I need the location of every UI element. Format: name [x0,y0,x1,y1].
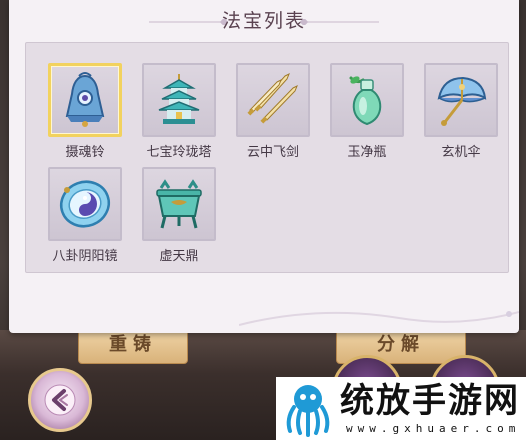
item-frame [142,167,216,241]
item-slot-yunzhongfeijian[interactable]: 云中飞剑 [236,63,310,160]
back-button[interactable] [28,368,92,432]
item-name: 虚天鼎 [159,249,199,264]
back-arrow-icon [44,384,76,416]
bell-icon [65,72,105,127]
treasure-list-panel: 法宝列表 摄魂铃 七宝玲珑塔 云中飞剑 玉净瓶 玄机伞 八卦阴阳镜 虚天鼎 [9,0,519,333]
item-frame [236,63,310,137]
item-slot-xuanjisan[interactable]: 玄机伞 [424,63,498,160]
pagoda-icon [158,74,200,124]
item-name: 摄魂铃 [65,145,105,160]
item-name: 八卦阴阳镜 [52,249,118,264]
item-slot-qibaolinglongta[interactable]: 七宝玲珑塔 [142,63,216,160]
item-frame [424,63,498,137]
item-name: 玄机伞 [441,145,481,160]
item-slot-shehunling[interactable]: 摄魂铃 [48,63,122,160]
panel-decoration [239,311,519,326]
item-frame [48,63,122,137]
jade-vase-icon [349,76,382,126]
item-frame [330,63,404,137]
flying-swords-icon [247,72,298,124]
item-slot-xutianding[interactable]: 虚天鼎 [142,167,216,264]
item-name: 七宝玲珑塔 [146,145,212,160]
item-name: 云中飞剑 [246,145,299,160]
panel-title: 法宝列表 [221,10,306,32]
item-slot-baguayinyangjing[interactable]: 八卦阴阳镜 [48,167,122,264]
item-frame [48,167,122,241]
octopus-logo-icon [286,385,330,437]
title-ornament-right [299,19,379,25]
watermark-title: 统放手游网 [340,381,520,421]
umbrella-icon [437,76,487,126]
item-grid: 摄魂铃 七宝玲珑塔 云中飞剑 玉净瓶 玄机伞 八卦阴阳镜 虚天鼎 [25,42,509,273]
yin-yang-mirror-icon [59,180,111,228]
item-frame [142,63,216,137]
cauldron-icon [156,179,202,229]
item-slot-yujingping[interactable]: 玉净瓶 [330,63,404,160]
item-name: 玉净瓶 [347,145,387,160]
watermark: 统放手游网 www.gxhuaer.com [276,377,526,440]
watermark-url: www.gxhuaer.com [346,422,521,435]
